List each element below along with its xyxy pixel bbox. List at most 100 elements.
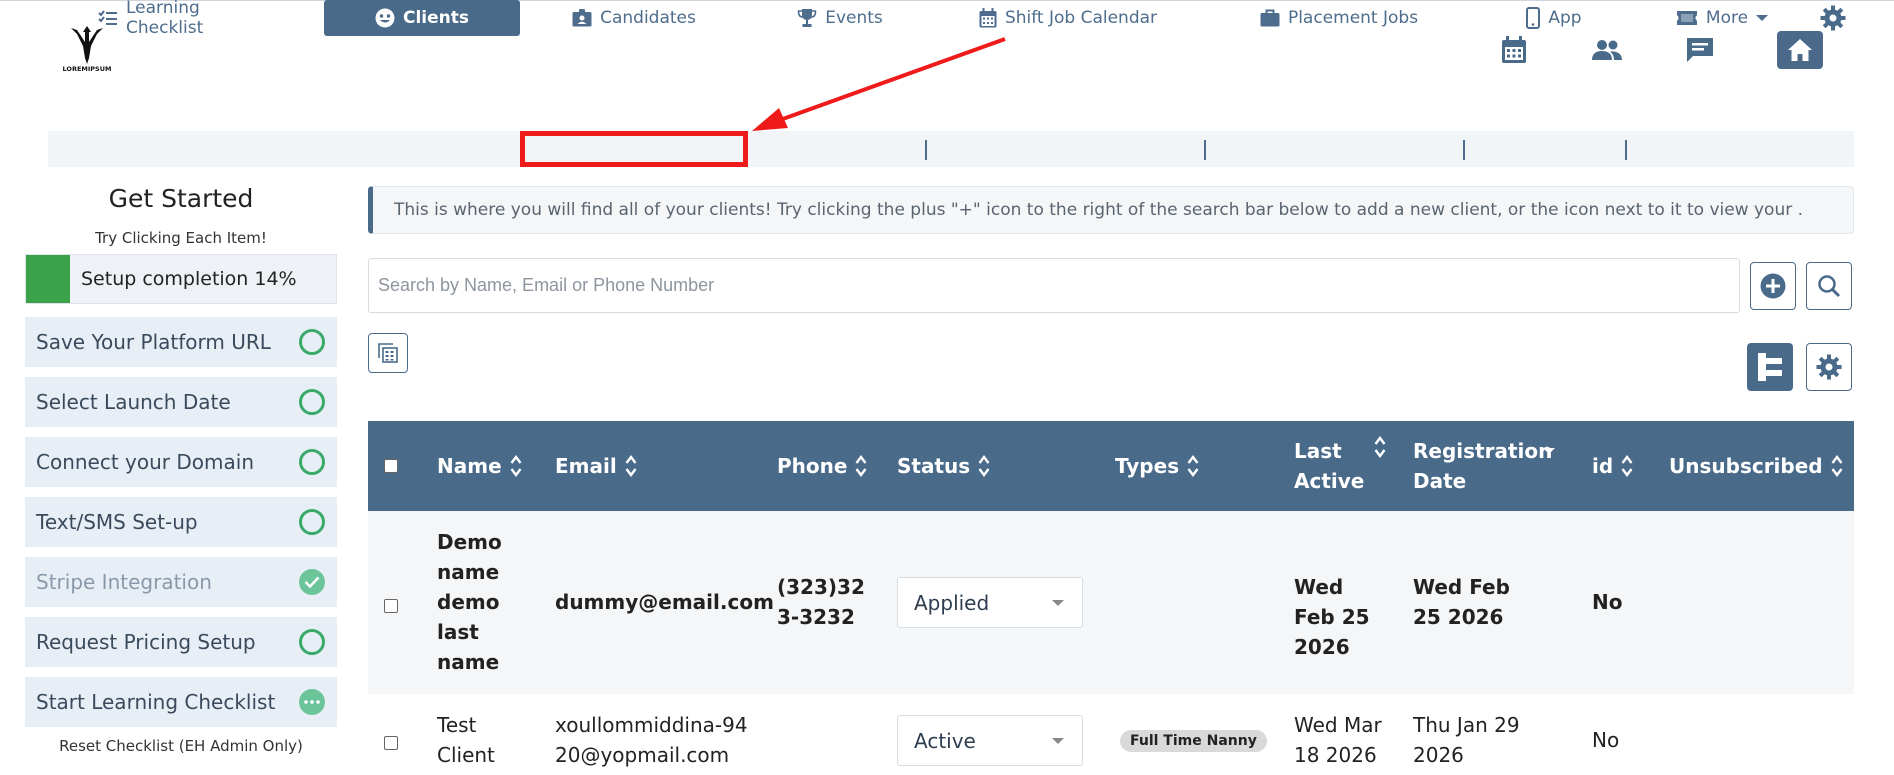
nav-label: App: [1548, 8, 1582, 28]
column-header-status[interactable]: Status: [897, 421, 990, 511]
table-settings-button[interactable]: [1806, 343, 1852, 391]
cell-name[interactable]: Demo name demo last name: [437, 527, 507, 677]
nav-label: Clients: [402, 8, 469, 28]
gear-icon: [1816, 354, 1842, 380]
nav-candidates[interactable]: Candidates: [525, 0, 743, 36]
cell-registration-date: Thu Jan 29 2026: [1413, 713, 1520, 767]
get-started-title: Get Started: [108, 184, 254, 213]
caret-down-icon: [1052, 600, 1064, 606]
home-icon: [1788, 39, 1812, 61]
reset-checklist-link[interactable]: Reset Checklist (EH Admin Only): [25, 737, 337, 755]
table-header: Name Email Phone Status Types Last Activ…: [368, 421, 1854, 511]
nav-placement-jobs[interactable]: Placement Jobs: [1252, 0, 1426, 36]
calendar-icon[interactable]: [1494, 30, 1534, 70]
search-icon: [1818, 275, 1841, 298]
status-circle-icon: [299, 629, 325, 655]
copy-grid-icon: [378, 343, 398, 363]
nav-events[interactable]: Events: [786, 0, 894, 36]
progress-label: Setup completion 14%: [81, 268, 297, 290]
home-button[interactable]: [1777, 31, 1823, 69]
checklist-item-sms[interactable]: Text/SMS Set-up: [25, 497, 337, 547]
checklist-icon: [98, 10, 117, 25]
cell-phone: (323)323-3232: [777, 575, 865, 629]
status-dropdown[interactable]: Active: [897, 715, 1083, 766]
search-field[interactable]: [368, 258, 1740, 313]
gear-icon: [1820, 5, 1846, 31]
type-badge: Full Time Nanny: [1120, 730, 1267, 752]
sort-icon: [510, 455, 522, 477]
setup-progress-bar: Setup completion 14%: [25, 254, 337, 304]
status-dropdown[interactable]: Applied: [897, 577, 1083, 628]
sitemap-icon: [1758, 353, 1782, 381]
checklist-item-label: Save Your Platform URL: [36, 330, 271, 354]
chat-icon[interactable]: [1680, 30, 1720, 70]
progress-fill: [26, 255, 70, 303]
search-button[interactable]: [1806, 262, 1852, 310]
calendar-grid-icon: [979, 8, 997, 28]
nav-app[interactable]: App: [1510, 0, 1598, 36]
nav-settings[interactable]: [1818, 0, 1848, 36]
ellipsis-circle-icon: [299, 689, 325, 715]
sort-icon: [1621, 455, 1633, 477]
nav-clients[interactable]: Clients: [324, 0, 520, 36]
ticket-icon: [1676, 11, 1697, 25]
checklist-item-platform-url[interactable]: Save Your Platform URL: [25, 317, 337, 367]
select-all-checkbox[interactable]: [384, 459, 398, 473]
column-header-email[interactable]: Email: [555, 421, 637, 511]
row-checkbox[interactable]: [384, 736, 398, 750]
sort-desc-icon: [1543, 448, 1555, 454]
column-header-phone[interactable]: Phone: [777, 421, 867, 511]
nav-label: Shift Job Calendar: [1004, 8, 1158, 28]
nav-more[interactable]: More: [1672, 0, 1772, 36]
sort-icon: [1374, 436, 1386, 458]
copy-button[interactable]: [368, 333, 408, 373]
table-row[interactable]: Demo name demo last name dummy@email.com…: [368, 511, 1854, 694]
main-nav: [48, 131, 1854, 167]
column-header-registration-date[interactable]: Registration Date: [1413, 421, 1573, 511]
nav-separator: [1463, 140, 1465, 160]
column-header-unsubscribed[interactable]: Unsubscribed: [1669, 421, 1843, 511]
nav-separator: [1204, 140, 1206, 160]
checklist-item-label: Connect your Domain: [36, 450, 254, 474]
nav-shift-job-calendar[interactable]: Shift Job Calendar: [968, 0, 1168, 36]
nav-learning-checklist[interactable]: Learning Checklist: [98, 0, 276, 38]
cell-unsubscribed: No: [1592, 728, 1620, 752]
nav-label: Events: [825, 8, 883, 28]
cell-registration-date: Wed Feb 25 2026: [1413, 575, 1510, 629]
checklist-item-label: Select Launch Date: [36, 390, 231, 414]
checklist-item-launch-date[interactable]: Select Launch Date: [25, 377, 337, 427]
check-circle-icon: [299, 569, 325, 595]
checklist-item-stripe[interactable]: Stripe Integration: [25, 557, 337, 607]
checklist-item-label: Text/SMS Set-up: [36, 510, 198, 534]
column-header-name[interactable]: Name: [437, 421, 522, 511]
sort-icon: [625, 455, 637, 477]
search-input[interactable]: [369, 259, 1739, 312]
checklist-item-label: Stripe Integration: [36, 570, 212, 594]
column-layout-button[interactable]: [1747, 343, 1793, 391]
checklist-item-label: Start Learning Checklist: [36, 690, 276, 714]
checklist-item-learning[interactable]: Start Learning Checklist: [25, 677, 337, 727]
nav-label: More: [1705, 8, 1749, 28]
id-badge-icon: [572, 9, 592, 27]
mobile-icon: [1526, 7, 1541, 29]
plus-circle-icon: [1760, 273, 1786, 299]
column-header-types[interactable]: Types: [1115, 421, 1199, 511]
annotation-highlight-box: [520, 131, 748, 167]
status-circle-icon: [299, 329, 325, 355]
trophy-icon: [797, 9, 817, 27]
column-header-id[interactable]: id: [1592, 421, 1633, 511]
checklist-item-domain[interactable]: Connect your Domain: [25, 437, 337, 487]
chevron-down-icon: [1756, 15, 1769, 21]
add-client-button[interactable]: [1750, 262, 1796, 310]
sort-icon: [978, 455, 990, 477]
checklist-item-pricing[interactable]: Request Pricing Setup: [25, 617, 337, 667]
status-circle-icon: [299, 509, 325, 535]
cell-last-active: Wed Mar 18 2026: [1294, 713, 1382, 767]
column-header-last-active[interactable]: Last Active: [1294, 421, 1402, 511]
cell-last-active: Wed Feb 25 2026: [1294, 575, 1370, 659]
status-circle-icon: [299, 389, 325, 415]
table-row[interactable]: Test Client xoullommiddina-9420@yopmail.…: [368, 694, 1854, 775]
row-checkbox[interactable]: [384, 599, 398, 613]
people-icon[interactable]: [1587, 30, 1627, 70]
cell-name[interactable]: Test Client: [437, 710, 507, 770]
